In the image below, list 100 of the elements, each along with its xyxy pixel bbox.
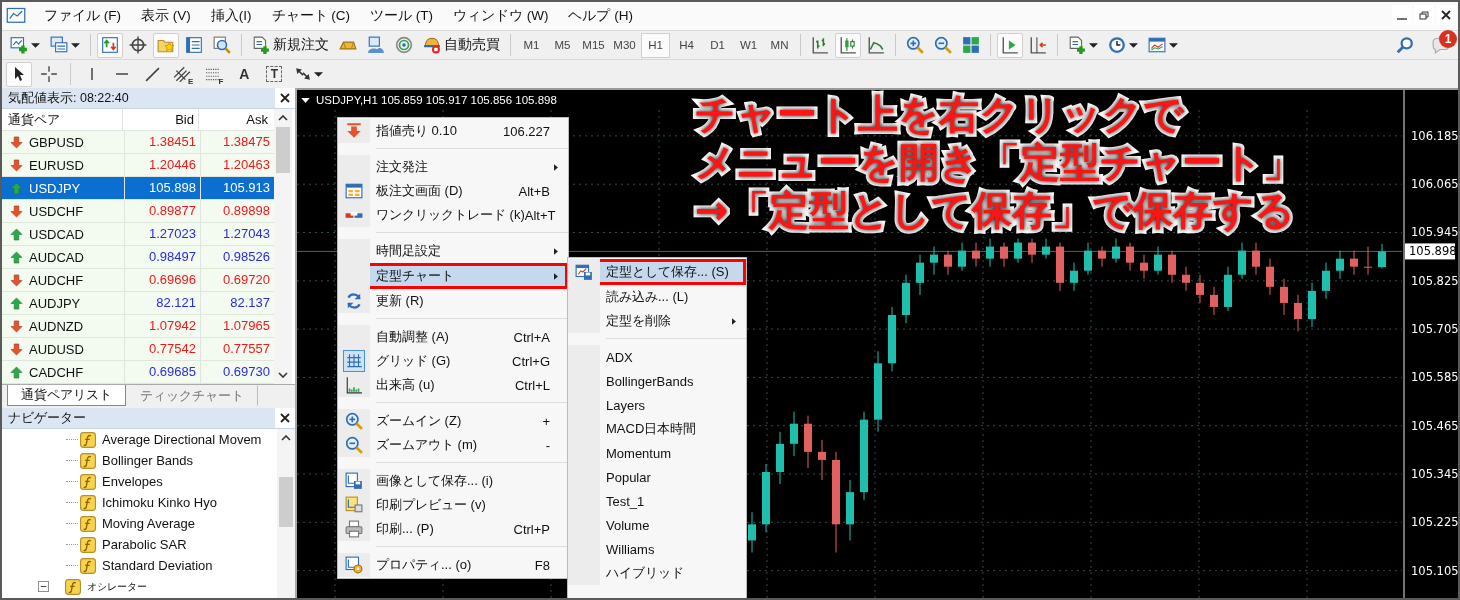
menu-item[interactable]: 挿入(I) [200, 5, 262, 27]
arrows-icon [295, 67, 312, 81]
close-button[interactable] [275, 88, 295, 108]
menu-item[interactable]: ワンクリックトレード (k)Alt+T [338, 203, 568, 227]
column-header[interactable]: Ask [198, 109, 272, 130]
price-label: 105.465 [1411, 418, 1458, 433]
table-row[interactable]: USDCHF 0.89877 0.89898 [2, 200, 274, 223]
line-chart-icon [867, 36, 885, 54]
toolbar-button[interactable] [997, 32, 1023, 58]
menu-item[interactable]: 指値売り 0.10 106.227 [338, 119, 568, 143]
candle [1070, 262, 1078, 292]
menu-item[interactable]: チャート (C) [261, 5, 360, 27]
menu-item[interactable]: Williams [568, 537, 746, 561]
candle [1350, 250, 1358, 276]
menu-item[interactable]: Momentum [568, 441, 746, 465]
menu-item[interactable]: ファイル (F) [34, 5, 131, 27]
tree-item[interactable]: Moving Average [102, 516, 195, 531]
printer-icon [345, 520, 363, 538]
toolbar-button[interactable]: 新規注文 [248, 32, 333, 58]
timeframe-button[interactable]: MN [765, 32, 794, 58]
toolbar-button[interactable]: 自動売買 [419, 32, 504, 58]
menu-item[interactable]: ズームイン (Z) + [338, 409, 568, 433]
timeframe-button[interactable]: H1 [641, 32, 670, 58]
menu-item[interactable]: ズームアウト (m) - [338, 433, 568, 457]
timeframe-button[interactable]: M1 [517, 32, 546, 58]
column-header[interactable]: 通貨ペア [2, 110, 122, 129]
table-row[interactable]: AUDNZD 1.07942 1.07965 [2, 315, 274, 338]
chart-area[interactable] [297, 88, 1458, 598]
minimize-button[interactable] [1392, 5, 1412, 25]
menu-item[interactable]: 定型チャート [338, 263, 568, 289]
candle [762, 463, 770, 533]
menu-item[interactable]: プロパティ... (o) F8 [338, 553, 568, 577]
tree-item[interactable]: Envelopes [102, 474, 163, 489]
menu-item[interactable]: 板注文画面 (D) Alt+B [338, 179, 568, 203]
drawing-tool-button[interactable]: T [261, 61, 288, 87]
column-header[interactable]: Bid [122, 109, 198, 130]
menu-item[interactable]: 時間足設定 [338, 239, 568, 263]
menu-item[interactable]: 印刷プレビュー (v) [338, 493, 568, 517]
menu-item[interactable]: 画像として保存... (i) [338, 469, 568, 493]
candle [748, 511, 756, 553]
scrollbar-thumb[interactable] [279, 477, 293, 527]
menu-item[interactable]: 定型として保存... (S) [568, 259, 746, 285]
menu-item[interactable]: 印刷... (P) Ctrl+P [338, 517, 568, 541]
menu-item[interactable]: Popular [568, 465, 746, 489]
menu-item[interactable]: ADX [568, 345, 746, 369]
table-row[interactable]: GBPUSD 1.38451 1.38475 [2, 131, 274, 154]
scrollbar[interactable] [277, 429, 295, 598]
menu-item[interactable]: Volume [568, 513, 746, 537]
timeframe-button[interactable]: M30 [610, 32, 639, 58]
scrollbar[interactable] [274, 109, 292, 384]
table-row[interactable]: AUDJPY 82.121 82.137 [2, 292, 274, 315]
timeframe-button[interactable]: H4 [672, 32, 701, 58]
drawing-tool-button[interactable]: E [169, 61, 198, 87]
table-row[interactable]: USDJPY 105.898 105.913 [2, 177, 274, 200]
tree-item[interactable]: Average Directional Movem [102, 432, 262, 447]
tree-item[interactable]: Bollinger Bands [102, 453, 194, 468]
menu-item[interactable]: ウィンドウ (W) [443, 5, 559, 27]
table-row[interactable]: CADCHF 0.69685 0.69730 [2, 361, 274, 384]
up-arrow-icon [10, 296, 23, 310]
tab[interactable]: 通貨ペアリスト [7, 385, 126, 406]
close-button[interactable] [275, 408, 295, 428]
close-button[interactable] [1436, 5, 1456, 25]
menu-item[interactable]: Layers [568, 393, 746, 417]
timeframe-button[interactable]: M15 [579, 32, 608, 58]
drawing-tool-button[interactable]: F [201, 61, 228, 87]
menu-item[interactable]: Test_1 [568, 489, 746, 513]
table-row[interactable]: AUDCHF 0.69696 0.69720 [2, 269, 274, 292]
menu-item[interactable]: BollingerBands [568, 369, 746, 393]
tree-item[interactable]: オシレーター [87, 579, 147, 594]
menu-item[interactable]: グリッド (G) Ctrl+G [338, 349, 568, 373]
table-row[interactable]: EURUSD 1.20446 1.20463 [2, 154, 274, 177]
tree-item[interactable]: Parabolic SAR [102, 537, 187, 552]
tree-item[interactable]: Standard Deviation [102, 558, 213, 573]
drawing-tool-button[interactable] [6, 61, 32, 87]
table-row[interactable]: AUDUSD 0.77542 0.77557 [2, 338, 274, 361]
scrollbar-thumb[interactable] [276, 127, 290, 173]
menu-item[interactable]: 定型を削除 [568, 309, 746, 333]
menu-item[interactable]: 表示 (V) [131, 5, 201, 27]
table-row[interactable]: AUDCAD 0.98497 0.98526 [2, 246, 274, 269]
menu-item[interactable]: MACD日本時間 [568, 417, 746, 441]
tab[interactable]: ティックチャート [126, 385, 258, 406]
menu-item[interactable]: 読み込み... (L) [568, 285, 746, 309]
menu-item[interactable]: ヘルプ (H) [558, 5, 643, 27]
timeframe-button[interactable]: D1 [703, 32, 732, 58]
cap-stop-icon [423, 36, 441, 54]
timeframe-button[interactable]: M5 [548, 32, 577, 58]
menu-item[interactable]: 更新 (R) [338, 289, 568, 313]
down-arrow-icon [345, 122, 363, 140]
toolbar-button[interactable] [835, 32, 861, 58]
drawing-tool-button[interactable]: A [231, 61, 258, 87]
toolbar-button[interactable] [97, 32, 123, 58]
menu-item[interactable]: ハイブリッド [568, 561, 746, 585]
menu-item[interactable]: ツール (T) [360, 5, 443, 27]
restore-button[interactable] [1414, 5, 1434, 25]
menu-item[interactable]: 注文発注 [338, 155, 568, 179]
tree-item[interactable]: Ichimoku Kinko Hyo [102, 495, 217, 510]
menu-item[interactable]: 自動調整 (A) Ctrl+A [338, 325, 568, 349]
menu-item[interactable]: 出来高 (u) Ctrl+L [338, 373, 568, 397]
table-row[interactable]: USDCAD 1.27023 1.27043 [2, 223, 274, 246]
timeframe-button[interactable]: W1 [734, 32, 763, 58]
